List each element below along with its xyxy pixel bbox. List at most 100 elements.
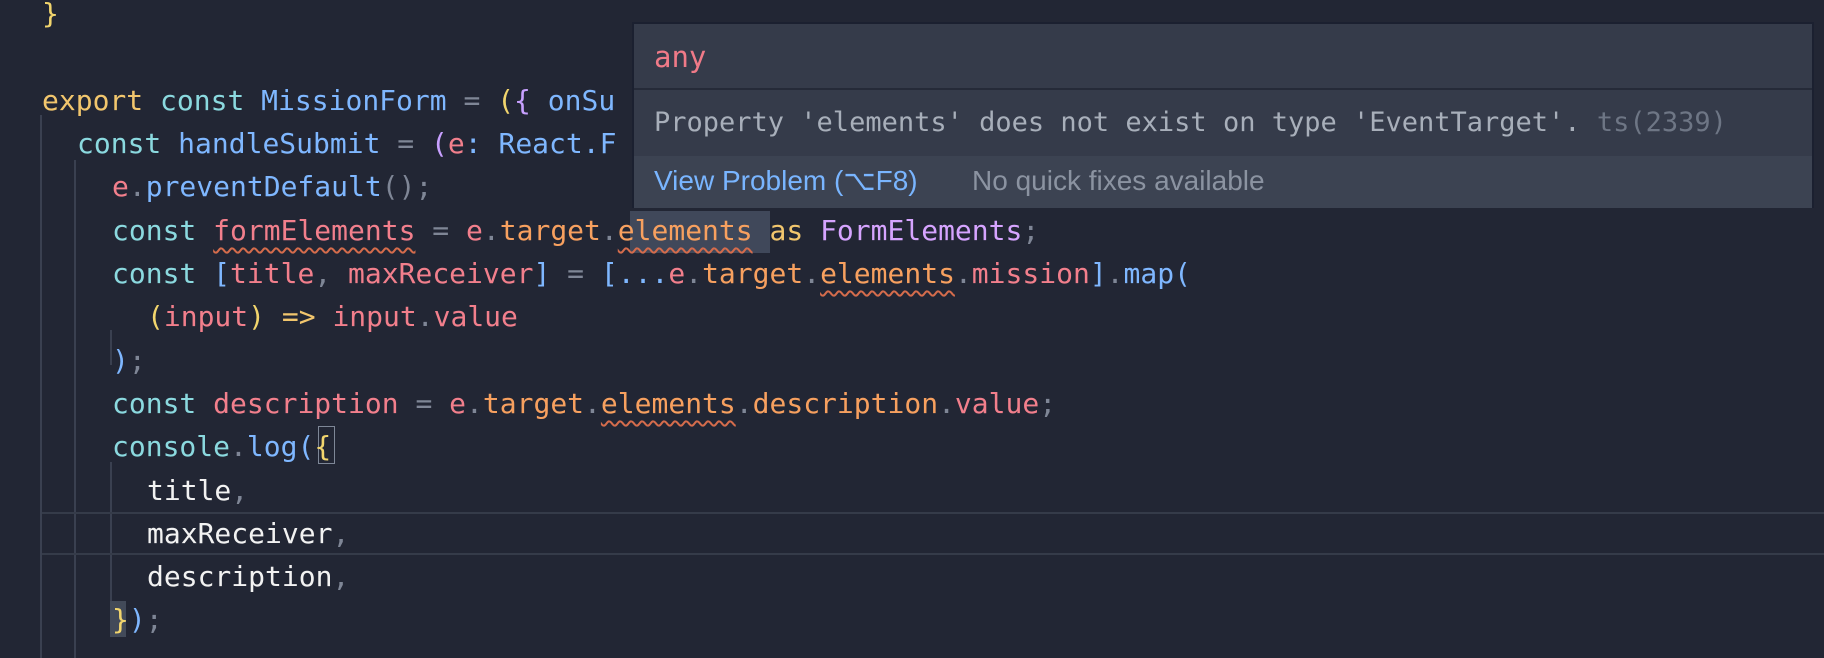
code-token: [... bbox=[600, 257, 669, 290]
code-line-13[interactable]: description, bbox=[147, 555, 349, 598]
code-token: . bbox=[600, 214, 618, 247]
code-line-1[interactable]: } bbox=[42, 0, 59, 35]
code-token: . bbox=[735, 387, 753, 420]
code-token: const bbox=[77, 127, 179, 160]
error-code: ts(2339) bbox=[1596, 107, 1727, 138]
code-token: maxReceiver bbox=[348, 257, 534, 290]
code-token: ( bbox=[297, 430, 315, 463]
code-token: value bbox=[433, 300, 518, 333]
code-line-8[interactable]: ); bbox=[112, 339, 146, 382]
code-token: ( bbox=[147, 300, 164, 333]
code-line-7[interactable]: (input) => input.value bbox=[147, 295, 518, 338]
code-token: , bbox=[231, 474, 249, 507]
code-line-11[interactable]: title, bbox=[147, 469, 248, 512]
code-token: maxReceiver bbox=[147, 517, 333, 550]
code-token: preventDefault bbox=[145, 170, 382, 203]
code-token: . bbox=[803, 257, 821, 290]
code-token: . bbox=[482, 214, 500, 247]
code-token: FormElements bbox=[820, 214, 1023, 247]
code-token: , bbox=[332, 517, 350, 550]
error-message: Property 'elements' does not exist on ty… bbox=[654, 107, 1581, 138]
code-token: , bbox=[314, 257, 349, 290]
indent-guide bbox=[74, 160, 76, 658]
code-token: e bbox=[449, 387, 467, 420]
code-token: } bbox=[112, 603, 129, 636]
code-line-9[interactable]: const description = e.target.elements.de… bbox=[112, 382, 1056, 425]
code-token: ) bbox=[112, 344, 129, 377]
code-token: const bbox=[112, 387, 214, 420]
code-token: [ bbox=[213, 257, 231, 290]
code-token: log bbox=[246, 430, 298, 463]
code-line-12[interactable]: maxReceiver, bbox=[147, 512, 349, 555]
code-token: e bbox=[668, 257, 686, 290]
code-line-5[interactable]: const formElements = e.target.elements a… bbox=[112, 209, 1039, 252]
code-token: { bbox=[314, 430, 332, 463]
code-token: ( bbox=[1174, 257, 1191, 290]
code-token: . bbox=[954, 257, 972, 290]
code-token: { bbox=[514, 84, 531, 117]
code-token: description bbox=[213, 387, 399, 420]
code-token: . bbox=[938, 387, 955, 420]
hover-tooltip: any Property 'elements' does not exist o… bbox=[632, 22, 1814, 208]
code-token: description bbox=[147, 560, 333, 593]
code-token: ; bbox=[1022, 214, 1040, 247]
code-token: => bbox=[281, 300, 316, 333]
code-token: input bbox=[163, 300, 249, 333]
code-token: description bbox=[752, 387, 939, 420]
code-token: mission bbox=[971, 257, 1090, 290]
code-token: ; bbox=[128, 344, 146, 377]
code-line-14[interactable]: }); bbox=[112, 598, 163, 641]
code-token: . bbox=[584, 387, 601, 420]
code-token: = bbox=[550, 257, 601, 290]
tooltip-actions: View Problem (⌥F8) No quick fixes availa… bbox=[634, 156, 1812, 208]
code-token: value bbox=[954, 387, 1040, 420]
code-token: = bbox=[380, 127, 432, 160]
code-token: const bbox=[112, 257, 214, 290]
code-token: ] bbox=[1089, 257, 1107, 290]
code-token: : React.F bbox=[464, 127, 617, 160]
code-token: title bbox=[147, 474, 232, 507]
code-token: = bbox=[398, 387, 450, 420]
no-quick-fixes-text: No quick fixes available bbox=[972, 165, 1265, 196]
tooltip-message: Property 'elements' does not exist on ty… bbox=[654, 104, 1727, 142]
code-line-10[interactable]: console.log({ bbox=[112, 425, 331, 468]
code-token: const bbox=[143, 84, 262, 117]
code-token: elements bbox=[617, 214, 753, 247]
code-token: e bbox=[466, 214, 483, 247]
code-line-6[interactable]: const [title, maxReceiver] = [...e.targe… bbox=[112, 252, 1191, 295]
code-token: title bbox=[230, 257, 315, 290]
view-problem-link[interactable]: View Problem (⌥F8) bbox=[654, 163, 918, 199]
code-line-4[interactable]: e.preventDefault(); bbox=[112, 165, 432, 208]
code-token: handleSubmit bbox=[178, 127, 381, 160]
code-token: target bbox=[702, 257, 804, 290]
code-token: = bbox=[415, 214, 467, 247]
code-token: e bbox=[112, 170, 129, 203]
code-token: , bbox=[332, 560, 350, 593]
tooltip-divider bbox=[634, 88, 1812, 90]
tooltip-type: any bbox=[654, 40, 707, 74]
code-token: elements bbox=[600, 387, 736, 420]
code-token: formElements bbox=[213, 214, 416, 247]
code-token: ; bbox=[145, 603, 163, 636]
code-token: console bbox=[112, 430, 231, 463]
code-token: . bbox=[466, 387, 483, 420]
code-token: map bbox=[1123, 257, 1175, 290]
code-token: ( bbox=[497, 84, 515, 117]
code-token: ; bbox=[1039, 387, 1057, 420]
code-token: ) bbox=[248, 300, 282, 333]
code-token: MissionForm bbox=[261, 84, 447, 117]
code-token: . bbox=[685, 257, 703, 290]
code-token: target bbox=[482, 387, 585, 420]
code-token: ] bbox=[533, 257, 551, 290]
code-line-2[interactable]: export const MissionForm = ({ onSu bbox=[42, 79, 615, 122]
code-token: elements bbox=[820, 257, 955, 290]
code-token: ( bbox=[431, 127, 448, 160]
code-token: target bbox=[499, 214, 601, 247]
code-token: . bbox=[128, 170, 146, 203]
code-token: ) bbox=[128, 603, 146, 636]
code-token: e bbox=[447, 127, 465, 160]
code-line-3[interactable]: const handleSubmit = (e: React.F bbox=[77, 122, 616, 165]
code-token: . bbox=[230, 430, 247, 463]
code-token: const bbox=[112, 214, 214, 247]
code-token: . bbox=[416, 300, 434, 333]
